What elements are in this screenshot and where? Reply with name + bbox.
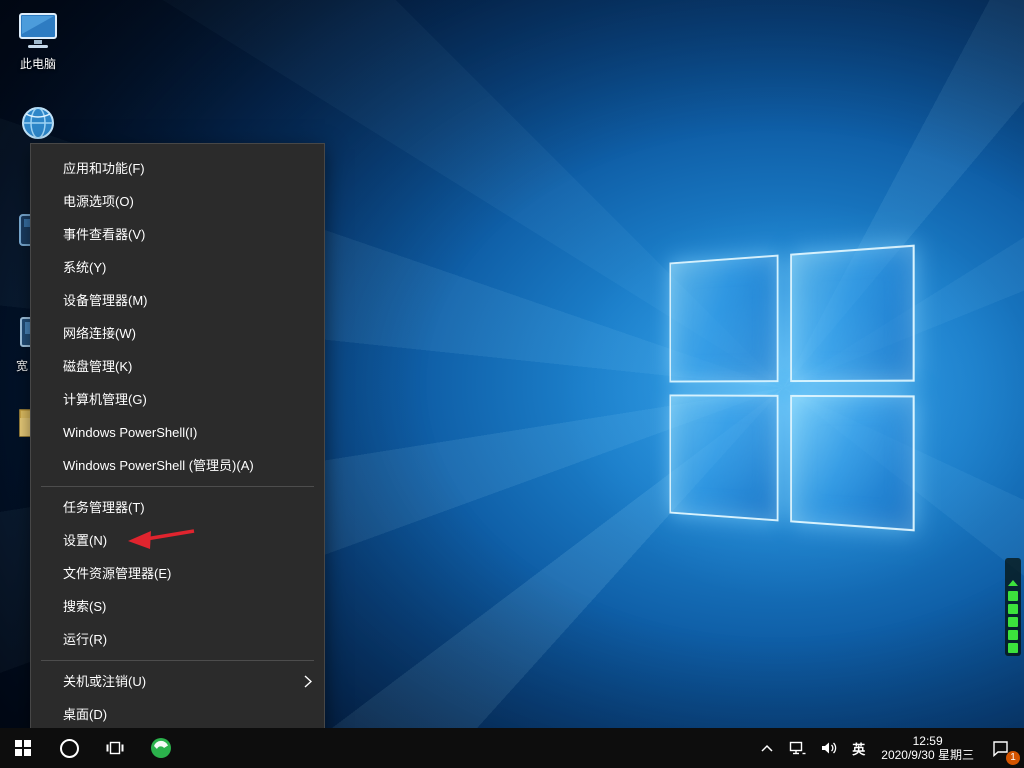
task-view-icon [106, 740, 124, 756]
menu-item-label: Windows PowerShell(I) [63, 425, 197, 440]
menu-item-powershell[interactable]: Windows PowerShell(I) [31, 416, 324, 449]
system-tray: 英 12:59 2020/9/30 星期三 1 [753, 728, 1024, 768]
menu-item-desktop[interactable]: 桌面(D) [31, 698, 324, 731]
menu-separator [41, 660, 314, 661]
search-button[interactable] [46, 728, 92, 768]
gauge-arrow-icon [1008, 580, 1018, 586]
menu-item-label: 运行(R) [63, 632, 107, 647]
menu-item-label: 设置(N) [63, 533, 107, 548]
task-view-button[interactable] [92, 728, 138, 768]
hidden-icons-button[interactable] [753, 728, 781, 768]
taskbar-empty-area [184, 728, 753, 768]
gauge-segment [1008, 591, 1018, 601]
menu-item-powershell-admin[interactable]: Windows PowerShell (管理员)(A) [31, 449, 324, 482]
menu-item-label: 桌面(D) [63, 707, 107, 722]
winx-context-menu: 应用和功能(F) 电源选项(O) 事件查看器(V) 系统(Y) 设备管理器(M)… [30, 143, 325, 736]
menu-item-label: Windows PowerShell (管理员)(A) [63, 458, 254, 473]
volume-button[interactable] [813, 728, 845, 768]
menu-item-label: 事件查看器(V) [63, 227, 145, 242]
submenu-chevron-icon [304, 675, 312, 688]
menu-item-shutdown-signout[interactable]: 关机或注销(U) [31, 665, 324, 698]
menu-item-power-options[interactable]: 电源选项(O) [31, 185, 324, 218]
menu-item-label: 关机或注销(U) [63, 674, 146, 689]
speaker-icon [820, 740, 838, 756]
menu-item-run[interactable]: 运行(R) [31, 623, 324, 656]
network-tray-button[interactable] [781, 728, 813, 768]
clock-time: 12:59 [913, 734, 943, 748]
menu-separator [41, 486, 314, 487]
menu-item-system[interactable]: 系统(Y) [31, 251, 324, 284]
menu-item-task-manager[interactable]: 任务管理器(T) [31, 491, 324, 524]
menu-item-file-explorer[interactable]: 文件资源管理器(E) [31, 557, 324, 590]
menu-item-label: 计算机管理(G) [63, 392, 147, 407]
chevron-up-icon [760, 743, 774, 753]
search-icon [60, 739, 79, 758]
menu-item-label: 应用和功能(F) [63, 161, 145, 176]
gauge-segment [1008, 643, 1018, 653]
menu-item-label: 磁盘管理(K) [63, 359, 132, 374]
menu-item-label: 搜索(S) [63, 599, 106, 614]
icon-label: 此电脑 [10, 57, 66, 71]
taskbar: 英 12:59 2020/9/30 星期三 1 [0, 728, 1024, 768]
windows-logo-icon [15, 740, 31, 756]
menu-item-label: 电源选项(O) [63, 194, 134, 209]
ime-label: 英 [852, 739, 865, 758]
network-icon [788, 740, 806, 756]
menu-item-computer-management[interactable]: 计算机管理(G) [31, 383, 324, 416]
menu-item-disk-management[interactable]: 磁盘管理(K) [31, 350, 324, 383]
action-center-button[interactable]: 1 [983, 728, 1024, 768]
menu-item-network-connections[interactable]: 网络连接(W) [31, 317, 324, 350]
menu-item-label: 任务管理器(T) [63, 500, 145, 515]
menu-item-settings[interactable]: 设置(N) [31, 524, 324, 557]
menu-item-label: 文件资源管理器(E) [63, 566, 171, 581]
battery-gauge-widget[interactable] [1005, 558, 1021, 656]
gauge-segment [1008, 630, 1018, 640]
browser-button[interactable] [138, 728, 184, 768]
notification-badge: 1 [1006, 751, 1020, 765]
gauge-segment [1008, 604, 1018, 614]
green-browser-icon [150, 737, 172, 759]
menu-item-device-manager[interactable]: 设备管理器(M) [31, 284, 324, 317]
clock-date: 2020/9/30 星期三 [881, 748, 974, 762]
menu-item-apps-features[interactable]: 应用和功能(F) [31, 152, 324, 185]
menu-item-event-viewer[interactable]: 事件查看器(V) [31, 218, 324, 251]
clock[interactable]: 12:59 2020/9/30 星期三 [872, 728, 983, 768]
menu-item-search[interactable]: 搜索(S) [31, 590, 324, 623]
globe-icon [16, 104, 60, 144]
menu-item-label: 系统(Y) [63, 260, 106, 275]
computer-icon [16, 12, 60, 50]
gauge-segment [1008, 617, 1018, 627]
desktop-icon-this-pc[interactable]: 此电脑 [10, 12, 66, 71]
ime-indicator[interactable]: 英 [845, 728, 872, 768]
menu-item-label: 网络连接(W) [63, 326, 136, 341]
start-button[interactable] [0, 728, 46, 768]
menu-item-label: 设备管理器(M) [63, 293, 148, 308]
desktop: 此电脑 宽 应用和功能(F) 电源选项(O) [0, 0, 1024, 768]
